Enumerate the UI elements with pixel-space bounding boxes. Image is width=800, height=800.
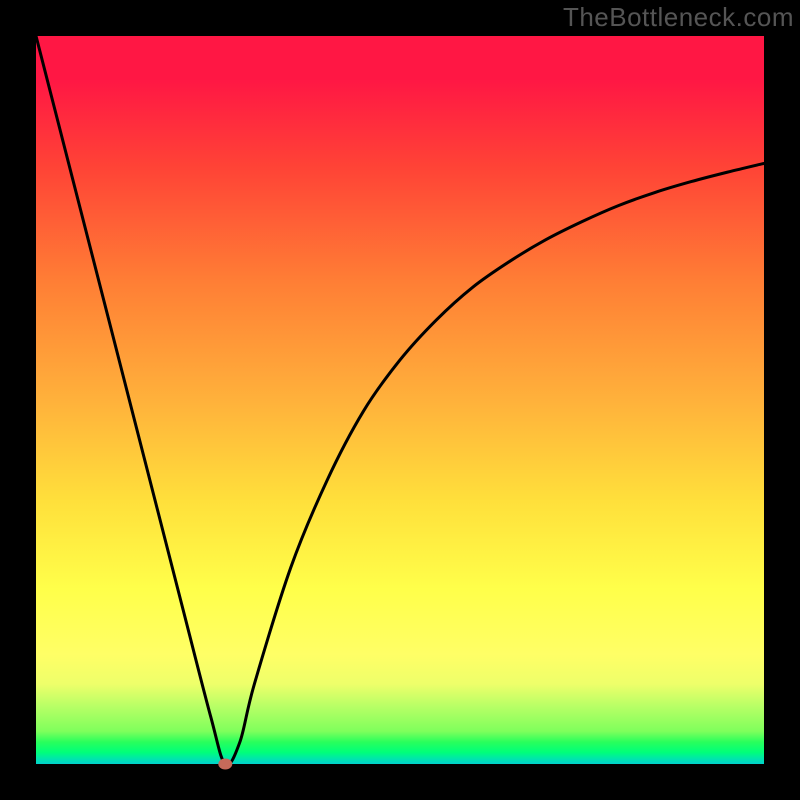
bottleneck-curve: [36, 36, 764, 765]
plot-area: [36, 36, 764, 764]
optimum-marker-icon: [218, 759, 232, 770]
watermark-text: TheBottleneck.com: [563, 2, 794, 33]
chart-frame: TheBottleneck.com: [0, 0, 800, 800]
curve-layer: [36, 36, 764, 764]
